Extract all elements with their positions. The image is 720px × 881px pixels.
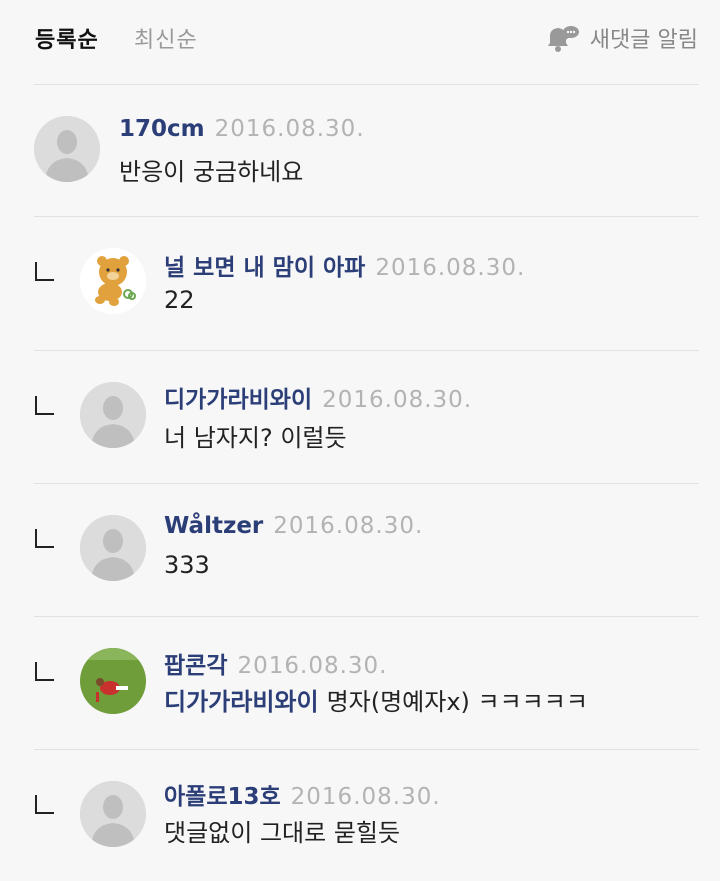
reply-indicator-icon [35, 795, 54, 814]
comment-date: 2016.08.30. [290, 784, 441, 810]
avatar[interactable] [80, 248, 146, 314]
avatar[interactable] [80, 648, 146, 714]
comment-text: 반응이 궁금하네요 [119, 158, 304, 186]
comment-text: 디가가라비와이 명자(명예자x) ㅋㅋㅋㅋㅋ [164, 682, 588, 717]
default-user-icon [80, 781, 146, 847]
default-user-icon [80, 382, 146, 448]
comment-author[interactable]: 아폴로13호 [164, 777, 281, 811]
comment-body: 명자(명예자x) ㅋㅋㅋㅋㅋ [326, 688, 588, 716]
comment-author[interactable]: 170cm [119, 116, 205, 142]
comment-author[interactable]: 널 보면 내 맘이 아파 [164, 248, 365, 282]
default-user-icon [34, 116, 100, 182]
bell-chat-icon [547, 26, 579, 52]
comment-text: 333 [164, 551, 210, 579]
comment-text: 22 [164, 286, 195, 314]
comment-date: 2016.08.30. [322, 387, 473, 413]
reply-item: Wåltzer 2016.08.30. 333 [0, 483, 720, 615]
new-comment-notify-button[interactable]: 새댓글 알림 [544, 22, 698, 54]
avatar[interactable] [80, 781, 146, 847]
comment-text: 너 남자지? 이럴듯 [164, 424, 347, 452]
reply-item: 팝콘각 2016.08.30. 디가가라비와이 명자(명예자x) ㅋㅋㅋㅋㅋ [0, 616, 720, 748]
reply-item: 아폴로13호 2016.08.30. 댓글없이 그대로 묻힐듯 [0, 749, 720, 881]
comment-author[interactable]: 디가가라비와이 [164, 380, 312, 414]
bear-character-icon [80, 248, 146, 314]
avatar[interactable] [34, 116, 100, 182]
sort-by-registered-tab[interactable]: 등록순 [35, 22, 99, 54]
reply-indicator-icon [35, 262, 54, 281]
comment-date: 2016.08.30. [237, 653, 388, 679]
comment-date: 2016.08.30. [375, 255, 526, 281]
sort-by-latest-tab[interactable]: 최신순 [134, 22, 198, 54]
reply-indicator-icon [35, 662, 54, 681]
comment-date: 2016.08.30. [273, 513, 424, 539]
reply-indicator-icon [35, 396, 54, 415]
reply-indicator-icon [35, 529, 54, 548]
comment-item: 170cm 2016.08.30. 반응이 궁금하네요 [0, 84, 720, 216]
comment-author[interactable]: Wåltzer [164, 513, 263, 539]
avatar[interactable] [80, 515, 146, 581]
comment-header: 등록순 최신순 새댓글 알림 [0, 0, 720, 84]
comment-text: 댓글없이 그대로 묻힐듯 [164, 819, 401, 847]
comment-author[interactable]: 팝콘각 [164, 646, 227, 680]
comment-date: 2016.08.30. [214, 116, 365, 142]
mention-link[interactable]: 디가가라비와이 [164, 688, 319, 716]
reply-item: 널 보면 내 맘이 아파 2016.08.30. 22 [0, 216, 720, 348]
reply-item: 디가가라비와이 2016.08.30. 너 남자지? 이럴듯 [0, 350, 720, 482]
avatar[interactable] [80, 382, 146, 448]
default-user-icon [80, 515, 146, 581]
notify-label: 새댓글 알림 [589, 28, 698, 53]
soccer-player-photo [80, 648, 146, 714]
